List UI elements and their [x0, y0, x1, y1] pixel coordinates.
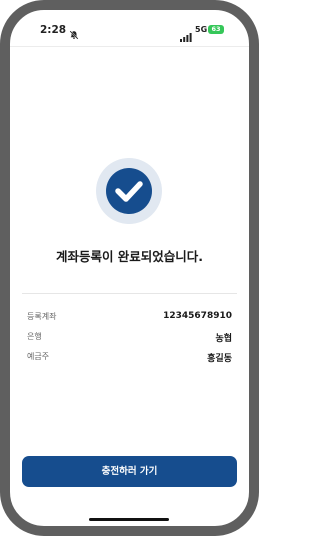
phone-frame: 2:28 5G 63 계좌등록이 완료되었습니다. 등록계좌 123456789… — [0, 0, 259, 536]
battery-icon: 63 — [208, 25, 224, 34]
detail-row-holder: 예금주 홍길동 — [27, 351, 232, 365]
detail-label: 예금주 — [27, 352, 50, 361]
signal-icon — [180, 27, 192, 42]
home-indicator — [89, 518, 169, 521]
go-charge-button[interactable]: 충전하러 가기 — [22, 456, 237, 487]
checkmark-icon — [115, 181, 143, 202]
status-bar: 2:28 5G 63 — [10, 10, 249, 47]
detail-value: 홍길동 — [207, 354, 232, 364]
detail-value: 12345678910 — [163, 311, 232, 321]
network-label: 5G — [195, 25, 208, 34]
detail-label: 등록계좌 — [27, 312, 57, 321]
detail-label: 은행 — [27, 332, 42, 341]
status-time: 2:28 — [40, 24, 67, 36]
screen: 2:28 5G 63 계좌등록이 완료되었습니다. 등록계좌 123456789… — [10, 10, 249, 526]
success-check-icon — [96, 158, 162, 224]
completion-message: 계좌등록이 완료되었습니다. — [55, 249, 204, 264]
detail-row-account: 등록계좌 12345678910 — [27, 311, 232, 325]
divider — [22, 293, 237, 294]
bell-off-icon — [69, 25, 79, 40]
detail-row-bank: 은행 농협 — [27, 331, 232, 345]
detail-value: 농협 — [215, 334, 232, 344]
